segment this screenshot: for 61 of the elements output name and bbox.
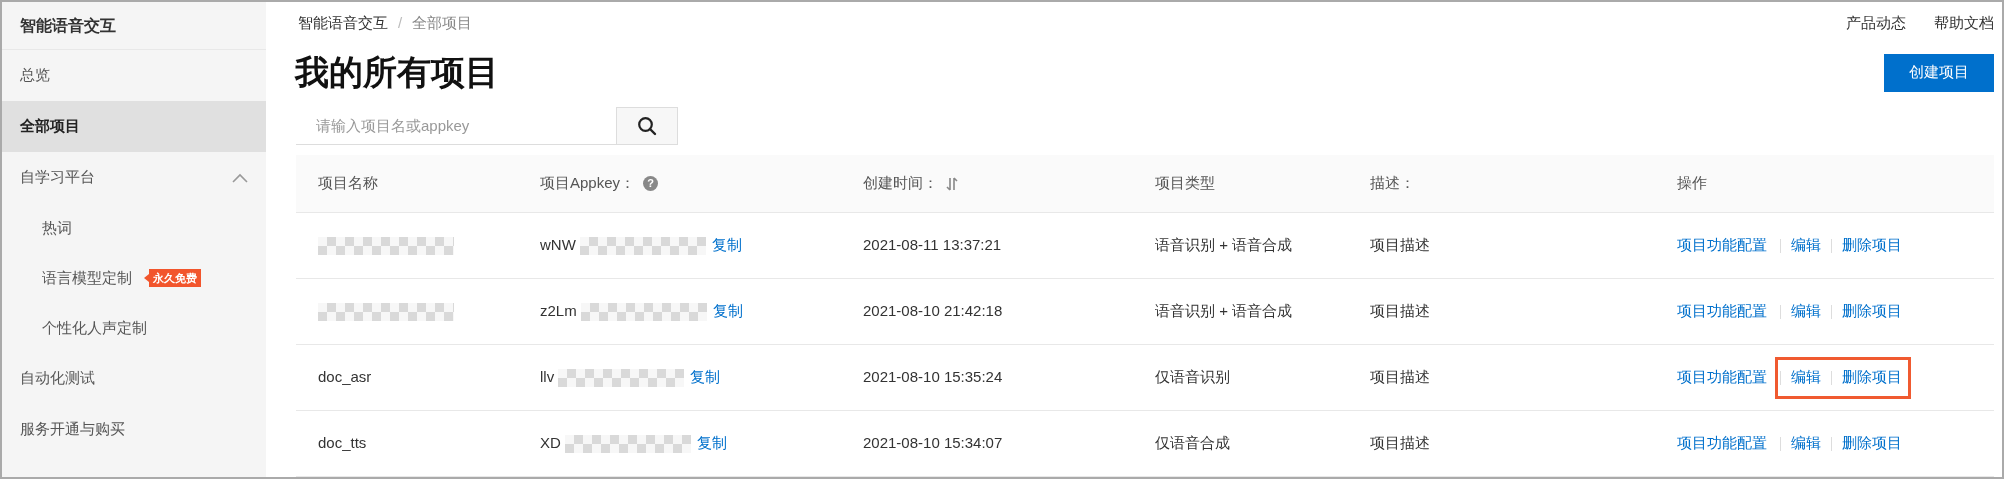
column-header[interactable]: 创建时间： (863, 172, 938, 195)
action-link[interactable]: 编辑 (1791, 300, 1821, 323)
page-title: 我的所有项目 (295, 52, 499, 94)
sidebar-subitem[interactable]: 热词 (2, 203, 266, 253)
column-header: 操作 (1677, 173, 1707, 194)
action-link[interactable]: 删除项目 (1842, 366, 1902, 389)
appkey-text: XD (540, 433, 561, 454)
copy-link[interactable]: 复制 (712, 300, 743, 323)
sort-icon[interactable] (946, 175, 958, 192)
table-cell-text: 项目描述 (1370, 433, 1431, 454)
header-link[interactable]: 产品动态 (1846, 11, 1906, 35)
breadcrumb-separator: / (398, 12, 403, 33)
appkey-text: llv (540, 367, 555, 388)
copy-link[interactable]: 复制 (696, 432, 727, 455)
table-cell-text: 2021-08-10 15:34:07 (863, 433, 1004, 454)
column-header: 描述： (1370, 173, 1415, 194)
breadcrumb-link[interactable]: 智能语音交互 (298, 11, 388, 35)
search-field[interactable]: 请输入项目名或appkey (296, 107, 616, 146)
sidebar-title: 智能语音交互 (2, 2, 266, 50)
action-link[interactable]: 编辑 (1791, 432, 1821, 455)
chevron-up-icon (232, 172, 248, 183)
sidebar-item[interactable]: 服务开通与购买 (2, 404, 266, 455)
action-link[interactable]: 编辑 (1791, 234, 1821, 257)
table-cell-text: 仅语音识别 (1155, 367, 1231, 388)
search-button[interactable] (616, 107, 678, 146)
sidebar-item[interactable]: 总览 (2, 50, 266, 101)
table-cell-text: 仅语音合成 (1155, 433, 1231, 454)
table-cell-text: 项目描述 (1370, 301, 1431, 322)
table-cell-text: 语音识别 + 语音合成 (1155, 301, 1294, 322)
appkey-text: wNW (540, 235, 576, 256)
create-project-button[interactable]: 创建项目 (1884, 53, 1994, 92)
table-cell-text: 2021-08-10 15:35:24 (863, 367, 1004, 388)
action-link[interactable]: 删除项目 (1842, 300, 1902, 323)
copy-link[interactable]: 复制 (690, 366, 721, 389)
action-link[interactable]: 编辑 (1791, 366, 1821, 389)
copy-link[interactable]: 复制 (711, 234, 742, 257)
search-icon (637, 116, 657, 137)
table-cell-text: 语音识别 + 语音合成 (1155, 235, 1294, 256)
sidebar-item[interactable]: 自动化测试 (2, 353, 266, 404)
sidebar-subitem[interactable]: 个性化人声定制 (2, 303, 266, 353)
sidebar-item[interactable]: 全部项目 (2, 101, 266, 152)
action-link[interactable]: 删除项目 (1842, 432, 1902, 455)
action-link[interactable]: 项目功能配置 (1677, 234, 1767, 257)
help-icon[interactable]: ? (643, 176, 659, 191)
column-header: 项目名称 (318, 173, 378, 194)
column-header: 项目类型 (1155, 173, 1215, 194)
table-cell-text: doc_asr (318, 367, 372, 388)
table-cell-text: 2021-08-10 21:42:18 (863, 301, 1004, 322)
sidebar-subitem[interactable]: 语言模型定制 永久免费 (2, 253, 266, 303)
action-link[interactable]: 项目功能配置 (1677, 432, 1767, 455)
table-cell-text: 项目描述 (1370, 367, 1431, 388)
sidebar-item[interactable]: 自学习平台 (2, 152, 266, 203)
table-cell-text: 2021-08-11 13:37:21 (863, 235, 1003, 256)
appkey-text: z2Lm (540, 301, 577, 322)
action-link[interactable]: 项目功能配置 (1677, 366, 1767, 389)
header-link[interactable]: 帮助文档 (1934, 11, 1994, 35)
action-link[interactable]: 项目功能配置 (1677, 300, 1767, 323)
column-header: 项目Appkey： (540, 173, 636, 194)
table-cell-text: doc_tts (318, 433, 367, 454)
action-link[interactable]: 删除项目 (1842, 234, 1902, 257)
table-cell-text: 项目描述 (1370, 235, 1431, 256)
